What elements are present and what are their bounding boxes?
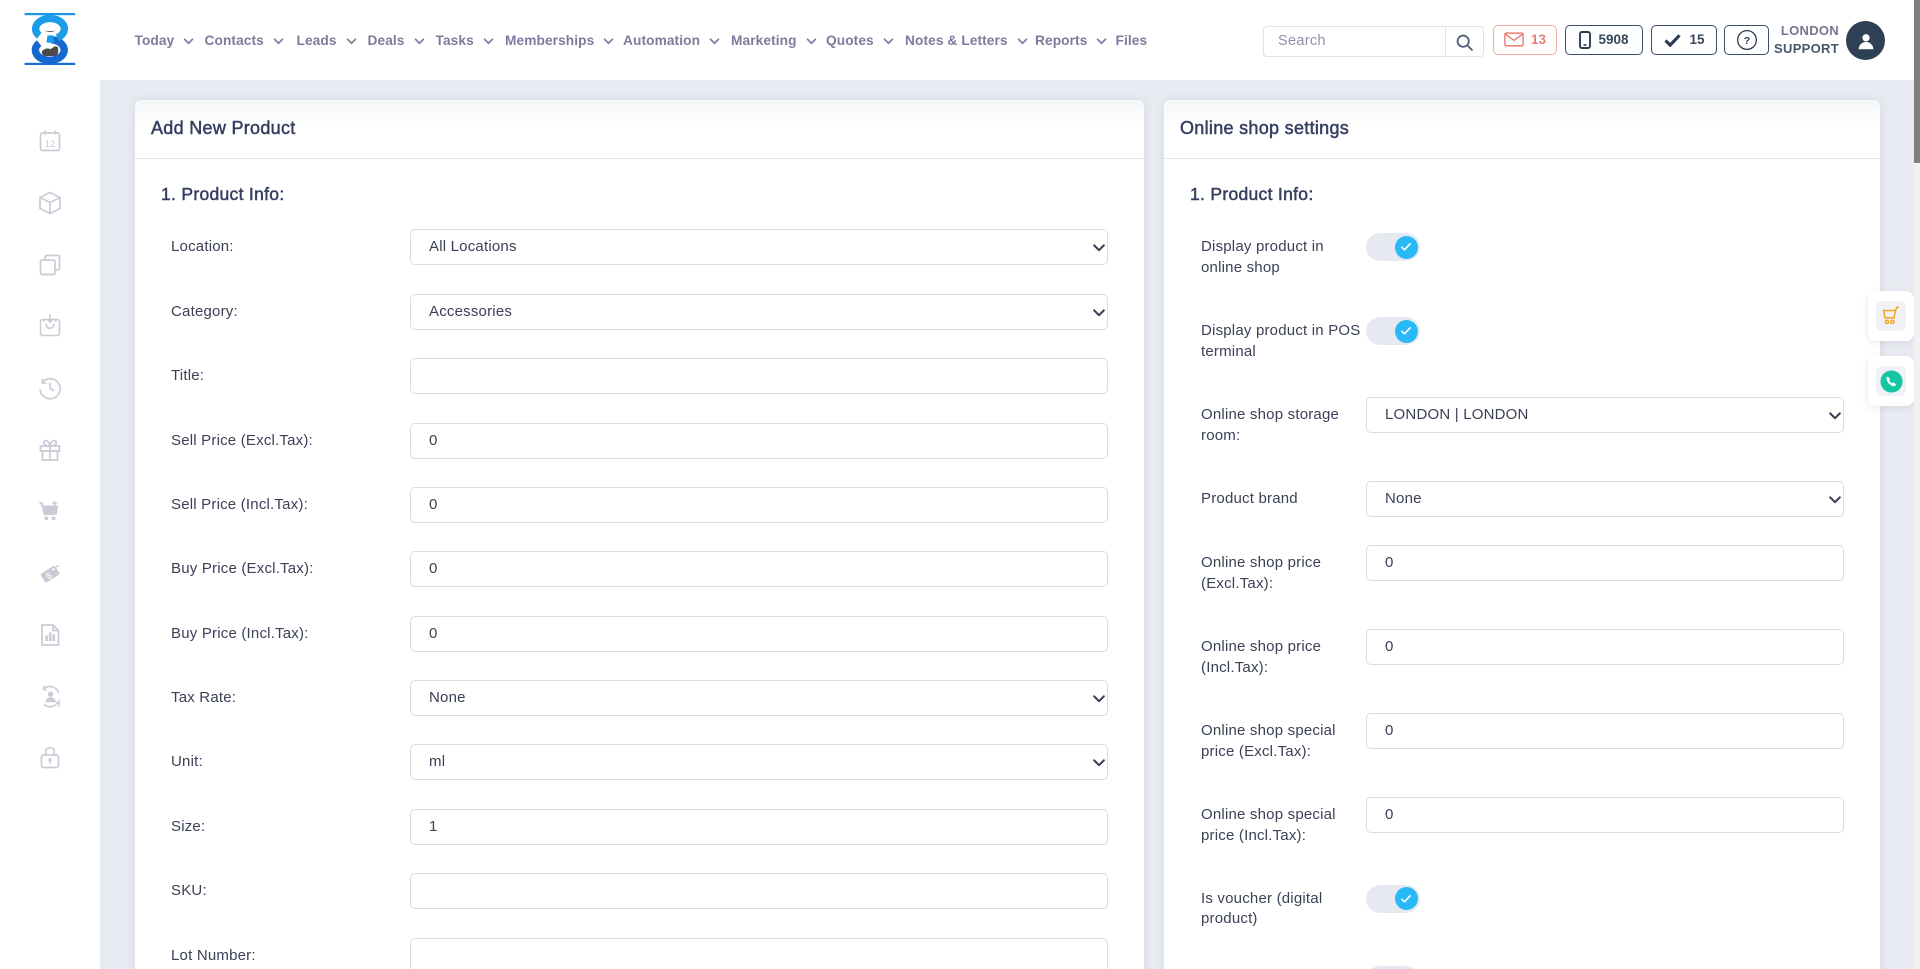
svg-text:12: 12: [45, 139, 56, 150]
